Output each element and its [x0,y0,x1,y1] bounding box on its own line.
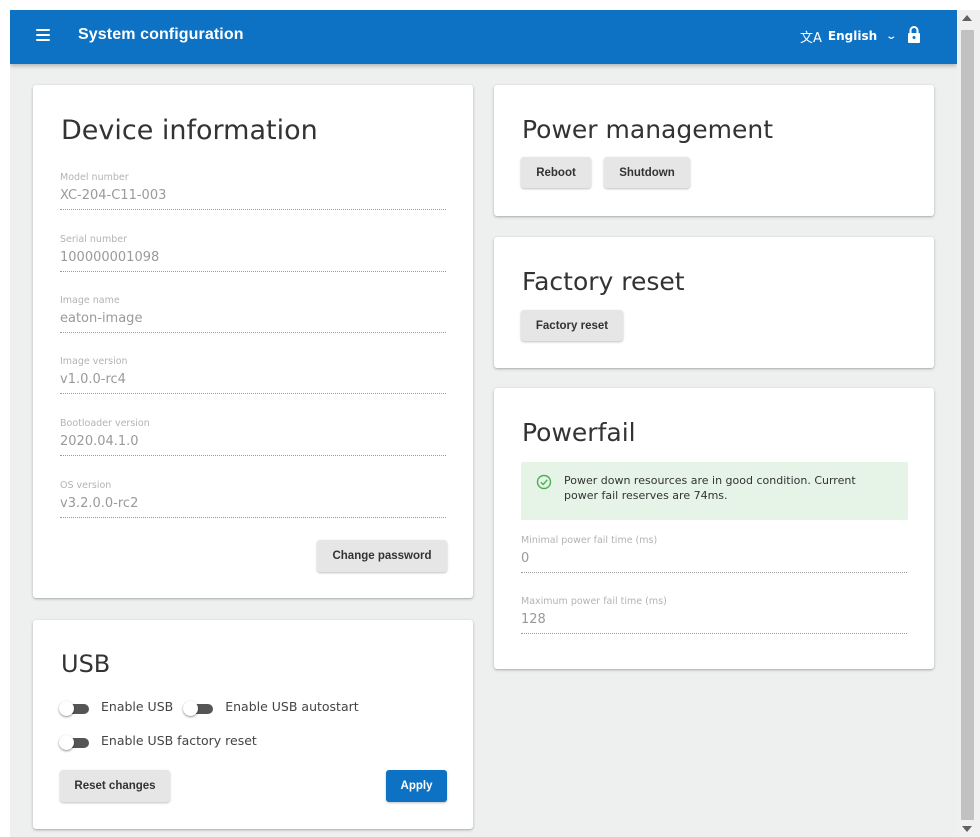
usb-toggle-row: Enable USB Enable USB autostart [59,699,369,716]
browser-frame: System configuration 文A English ⌄ Device… [0,0,980,837]
lock-icon[interactable] [907,25,921,43]
serial-number-field: Serial number 100000001098 [60,234,446,272]
image-version-field: Image version v1.0.0-rc4 [60,356,446,394]
field-value: v1.0.0-rc4 [60,372,126,387]
maximum-power-fail-time-field: Maximum power fail time (ms) 128 [521,596,907,634]
language-label: English [827,29,878,43]
enable-usb-autostart-label: Enable USB autostart [225,699,359,714]
app-bar: System configuration 文A English ⌄ [10,10,957,64]
field-value: 100000001098 [60,250,160,265]
app-viewport: System configuration 文A English ⌄ Device… [10,10,957,837]
enable-usb-autostart-toggle[interactable] [183,700,219,716]
app-title: System configuration [78,26,244,43]
os-version-field: OS version v3.2.0.0-rc2 [60,480,446,518]
factory-reset-button[interactable]: Factory reset [521,310,623,341]
powerfail-status-alert: Power down resources are in good conditi… [521,462,908,520]
enable-usb-toggle[interactable] [59,700,95,716]
field-underline [60,517,446,518]
language-selector[interactable]: 文A English ⌄ [800,24,898,48]
vertical-scrollbar[interactable] [957,10,980,837]
field-underline [521,572,907,573]
device-information-card: Device information Model number XC-204-C… [33,85,473,598]
field-value: v3.2.0.0-rc2 [60,496,139,511]
chevron-down-icon: ⌄ [885,30,898,42]
field-underline [60,455,446,456]
field-value: 0 [521,551,530,566]
powerfail-card: Powerfail Power down resources are in go… [494,388,934,669]
scroll-down-icon[interactable] [962,826,972,832]
field-label: Image version [60,356,128,367]
enable-usb-factory-reset-label: Enable USB factory reset [101,733,257,748]
field-label: Serial number [60,234,127,245]
scroll-up-icon[interactable] [962,15,972,21]
field-underline [60,332,446,333]
field-underline [60,393,446,394]
field-label: Model number [60,172,129,183]
field-value: 128 [521,612,546,627]
translate-icon: 文A [800,30,822,46]
usb-factory-reset-row: Enable USB factory reset [59,733,267,750]
field-value: 2020.04.1.0 [60,434,139,449]
bootloader-version-field: Bootloader version 2020.04.1.0 [60,418,446,456]
field-underline [521,633,907,634]
usb-card: USB Enable USB Enable USB autostart Enab… [33,620,473,829]
minimal-power-fail-time-field: Minimal power fail time (ms) 0 [521,535,907,573]
field-underline [60,271,446,272]
field-label: Minimal power fail time (ms) [521,535,658,546]
power-management-card: Power management Reboot Shutdown [494,85,934,216]
field-value: eaton-image [60,311,143,326]
scrollbar-thumb[interactable] [961,30,974,820]
enable-usb-factory-reset-toggle[interactable] [59,734,95,750]
field-label: Image name [60,295,120,306]
powerfail-status-message: Power down resources are in good conditi… [564,474,856,502]
factory-reset-title: Factory reset [522,267,685,296]
hamburger-icon[interactable] [36,29,50,43]
field-label: Maximum power fail time (ms) [521,596,667,607]
reset-changes-button[interactable]: Reset changes [60,770,170,802]
field-underline [60,209,446,210]
powerfail-title: Powerfail [522,418,636,447]
factory-reset-card: Factory reset Factory reset [494,237,934,368]
shutdown-button[interactable]: Shutdown [604,157,690,188]
enable-usb-label: Enable USB [101,699,174,714]
power-management-title: Power management [522,115,774,144]
device-information-title: Device information [61,115,318,146]
model-number-field: Model number XC-204-C11-003 [60,172,446,210]
change-password-button[interactable]: Change password [317,540,447,572]
check-circle-icon [536,474,552,490]
field-label: OS version [60,480,112,491]
image-name-field: Image name eaton-image [60,295,446,333]
apply-button[interactable]: Apply [386,770,447,802]
usb-title: USB [61,650,111,678]
field-value: XC-204-C11-003 [60,188,167,203]
field-label: Bootloader version [60,418,150,429]
reboot-button[interactable]: Reboot [521,157,591,188]
